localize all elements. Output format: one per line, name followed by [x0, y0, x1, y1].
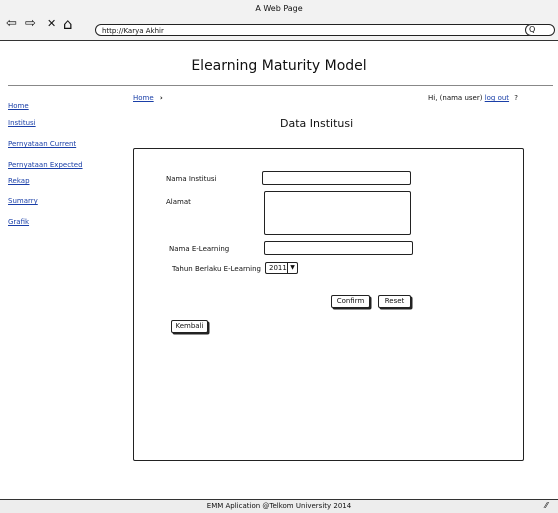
nama-institusi-input[interactable] — [262, 171, 411, 185]
tahun-label: Tahun Berlaku E-Learning — [172, 265, 262, 273]
sidebar-item-grafik[interactable]: Grafik — [8, 218, 29, 226]
address-bar[interactable]: http://Karya Akhir — [95, 24, 534, 36]
sidebar-item-rekap[interactable]: Rekap — [8, 177, 30, 185]
alamat-textarea[interactable] — [264, 191, 411, 235]
sidebar-item-sumarry[interactable]: Sumarry — [8, 197, 38, 205]
tahun-select[interactable]: 2011 ▼ — [265, 262, 298, 274]
home-icon[interactable]: ⌂ — [63, 17, 73, 32]
nama-elearning-input[interactable] — [264, 241, 413, 255]
search-icon: Q — [529, 25, 536, 34]
search-field[interactable]: Q — [525, 24, 555, 36]
close-icon[interactable]: ✕ — [47, 17, 56, 31]
breadcrumb: Home › — [133, 94, 163, 102]
logout-link[interactable]: log out — [485, 94, 509, 102]
nama-elearning-label: Nama E-Learning — [169, 245, 230, 253]
user-greeting: Hi, (nama user) — [428, 94, 483, 102]
resize-grip-icon[interactable]: ⁄⁄ — [545, 501, 548, 510]
confirm-button[interactable]: Confirm — [331, 295, 370, 308]
sidebar-item-home[interactable]: Home — [8, 102, 29, 110]
user-area: Hi, (nama user) log out ? — [428, 94, 518, 102]
sidebar-item-institusi[interactable]: Institusi — [8, 119, 36, 127]
page-title: Elearning Maturity Model — [191, 58, 367, 74]
alamat-label: Alamat — [166, 198, 191, 206]
forward-icon[interactable]: ⇨ — [25, 17, 36, 31]
breadcrumb-separator-icon: › — [159, 94, 163, 102]
kembali-button[interactable]: Kembali — [171, 320, 208, 333]
chevron-down-icon: ▼ — [287, 263, 297, 273]
window-title: A Web Page — [255, 4, 303, 13]
help-link[interactable]: ? — [514, 94, 518, 102]
reset-button[interactable]: Reset — [378, 295, 411, 308]
footer-text: EMM Aplication @Telkom University 2014 — [206, 502, 352, 510]
sidebar-item-pernyataan-expected[interactable]: Pernyataan Expected — [8, 161, 83, 169]
breadcrumb-home-link[interactable]: Home — [133, 94, 154, 102]
header-divider — [8, 85, 553, 86]
tahun-select-value: 2011 — [269, 264, 287, 272]
section-title: Data Institusi — [280, 117, 354, 130]
nama-institusi-label: Nama Institusi — [166, 175, 217, 183]
sidebar-item-pernyataan-current[interactable]: Pernyataan Current — [8, 140, 76, 148]
back-icon[interactable]: ⇦ — [6, 17, 17, 31]
